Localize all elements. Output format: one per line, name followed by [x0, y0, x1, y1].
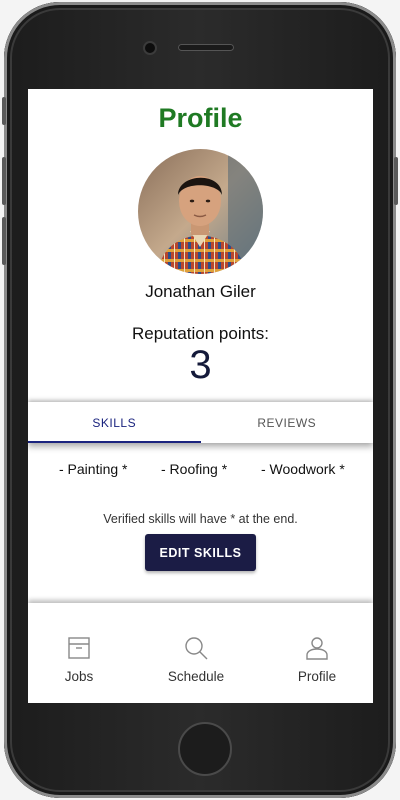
nav-label-schedule: Schedule — [167, 669, 225, 684]
tab-skills[interactable]: SKILLS — [28, 402, 201, 443]
page-title: Profile — [158, 103, 243, 133]
front-camera — [145, 43, 155, 53]
nav-divider — [28, 603, 373, 611]
skill-item: - Woodwork * — [261, 461, 345, 477]
verified-skills-note: Verified skills will have * at the end. — [103, 512, 298, 526]
nav-label-jobs: Jobs — [64, 669, 94, 684]
tab-reviews[interactable]: REVIEWS — [201, 402, 374, 443]
app-screen: Profile Jonathan Giler Reputation points… — [28, 89, 373, 703]
reputation-label: Reputation points: — [131, 324, 270, 343]
nav-item-profile[interactable]: Profile — [272, 635, 362, 684]
reputation-value: 3 — [189, 343, 212, 387]
edit-skills-button[interactable]: EDIT SKILLS — [145, 534, 256, 571]
person-icon — [306, 637, 328, 660]
earpiece-speaker — [178, 44, 234, 51]
profile-name: Jonathan Giler — [145, 282, 256, 301]
nav-item-schedule[interactable]: Schedule — [151, 635, 241, 684]
profile-tabs: SKILLS REVIEWS — [28, 402, 373, 443]
volume-up-button — [2, 157, 6, 205]
home-button[interactable] — [178, 722, 232, 776]
skill-item: - Roofing * — [161, 461, 228, 477]
mute-switch — [2, 97, 6, 125]
bottom-navigation: Jobs Schedule Profile — [28, 611, 373, 703]
avatar-photo — [138, 149, 263, 274]
archive-box-icon — [68, 637, 90, 659]
skill-item: - Painting * — [59, 461, 128, 477]
search-icon — [185, 637, 208, 660]
avatar — [138, 149, 263, 274]
volume-down-button — [2, 217, 6, 265]
power-button — [394, 157, 398, 205]
nav-item-jobs[interactable]: Jobs — [34, 635, 124, 684]
nav-label-profile: Profile — [297, 669, 337, 684]
skills-list: - Painting * - Roofing * - Woodwork * — [28, 461, 373, 479]
